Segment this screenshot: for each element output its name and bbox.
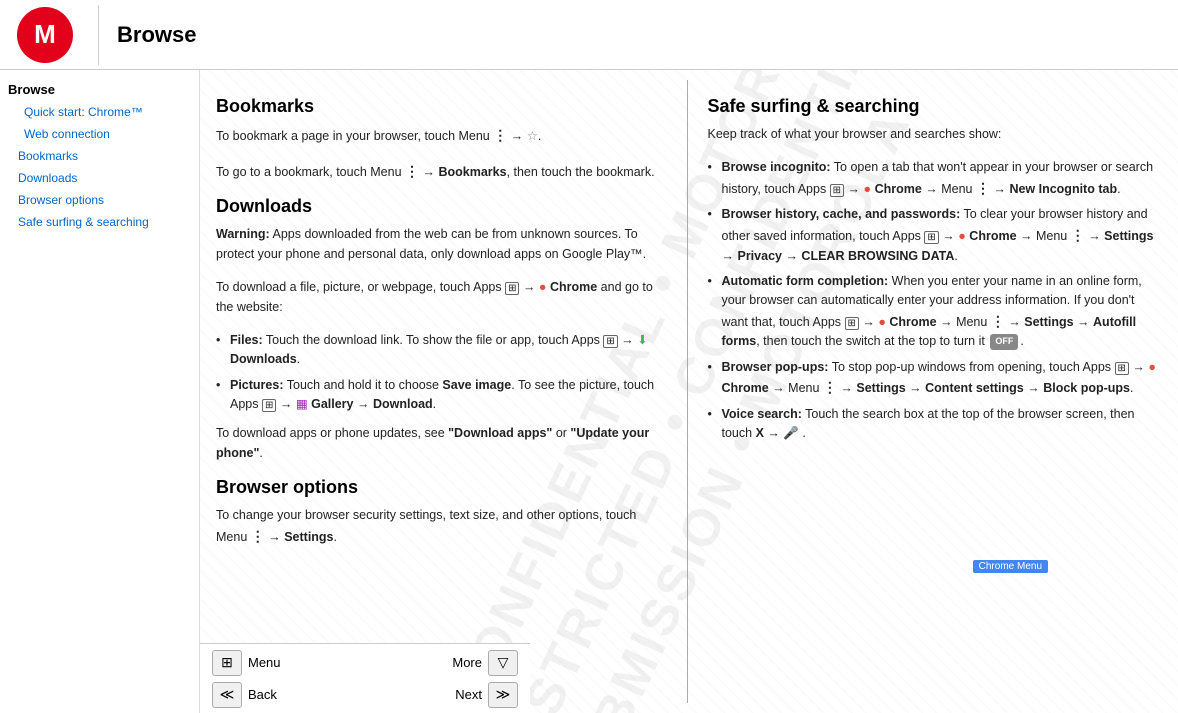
more-icon: ▽ <box>488 650 518 676</box>
sidebar-item-quick-start[interactable]: Quick start: Chrome™ <box>8 101 199 123</box>
safe-surfing-section: Safe surfing & searching Keep track of w… <box>708 96 1159 444</box>
bookmarks-section: Bookmarks To bookmark a page in your bro… <box>216 96 667 182</box>
safe-surfing-bullet-autofill: Automatic form completion: When you ente… <box>708 272 1159 352</box>
safe-surfing-bullet-voice: Voice search: Touch the search box at th… <box>708 405 1159 444</box>
motorola-logo: M <box>17 7 73 63</box>
safe-surfing-bullet-popups: Browser pop-ups: To stop pop-up windows … <box>708 358 1159 399</box>
main-layout: Browse Quick start: Chrome™ Web connecti… <box>0 70 1178 713</box>
bookmarks-para-1: To bookmark a page in your browser, touc… <box>216 125 667 147</box>
page-title: Browse <box>107 22 196 48</box>
browser-options-para: To change your browser security settings… <box>216 506 667 547</box>
bookmarks-para-2: To go to a bookmark, touch Menu ⋮ → Book… <box>216 161 667 183</box>
back-button[interactable]: ≪ Back <box>212 682 277 708</box>
sidebar-item-bookmarks[interactable]: Bookmarks <box>8 145 199 167</box>
content-area: CONFIDENTIAL • MOTOROLA RESTRICTED • CON… <box>200 70 1178 713</box>
more-button[interactable]: More ▽ <box>452 650 518 676</box>
downloads-title: Downloads <box>216 196 667 217</box>
downloads-bullet-pictures: Pictures: Touch and hold it to choose Sa… <box>216 376 667 415</box>
sidebar: Browse Quick start: Chrome™ Web connecti… <box>0 70 200 713</box>
header: M Browse <box>0 0 1178 70</box>
downloads-bullets: Files: Touch the download link. To show … <box>216 331 667 415</box>
safe-surfing-bullets: Browse incognito: To open a tab that won… <box>708 158 1159 443</box>
browser-options-section: Browser options To change your browser s… <box>216 477 667 547</box>
header-divider <box>98 5 99 65</box>
toolbar-top-row: ⊞ Menu More ▽ <box>212 650 518 676</box>
content-columns: Bookmarks To bookmark a page in your bro… <box>200 70 1178 713</box>
sidebar-item-downloads[interactable]: Downloads <box>8 167 199 189</box>
downloads-bullet-files: Files: Touch the download link. To show … <box>216 331 667 370</box>
safe-surfing-intro: Keep track of what your browser and sear… <box>708 125 1159 144</box>
logo-area: M <box>0 7 90 63</box>
next-icon: ≫ <box>488 682 518 708</box>
downloads-footer: To download apps or phone updates, see "… <box>216 424 667 463</box>
col-left: Bookmarks To bookmark a page in your bro… <box>200 80 688 703</box>
col-right: Safe surfing & searching Keep track of w… <box>688 80 1178 703</box>
chrome-menu-badge: Chrome Menu <box>973 560 1048 573</box>
chrome-menu-area: Chrome Menu <box>969 557 1048 573</box>
downloads-section: Downloads Warning: Apps downloaded from … <box>216 196 667 463</box>
downloads-warning: Warning: Apps downloaded from the web ca… <box>216 225 667 264</box>
back-icon: ≪ <box>212 682 242 708</box>
browser-options-title: Browser options <box>216 477 667 498</box>
downloads-para: To download a file, picture, or webpage,… <box>216 278 667 317</box>
safe-surfing-title: Safe surfing & searching <box>708 96 1159 117</box>
sidebar-item-safe-surfing[interactable]: Safe surfing & searching <box>8 211 199 233</box>
toolbar: ⊞ Menu More ▽ ≪ Back <box>200 643 530 713</box>
menu-icon: ⊞ <box>212 650 242 676</box>
toolbar-bottom-row: ≪ Back Next ≫ <box>212 682 518 708</box>
sidebar-item-web-connection[interactable]: Web connection <box>8 123 199 145</box>
sidebar-title: Browse <box>8 82 199 97</box>
next-button[interactable]: Next ≫ <box>455 682 518 708</box>
menu-button[interactable]: ⊞ Menu <box>212 650 281 676</box>
bookmarks-title: Bookmarks <box>216 96 667 117</box>
sidebar-item-browser-options[interactable]: Browser options <box>8 189 199 211</box>
safe-surfing-bullet-history: Browser history, cache, and passwords: T… <box>708 205 1159 265</box>
safe-surfing-bullet-incognito: Browse incognito: To open a tab that won… <box>708 158 1159 199</box>
